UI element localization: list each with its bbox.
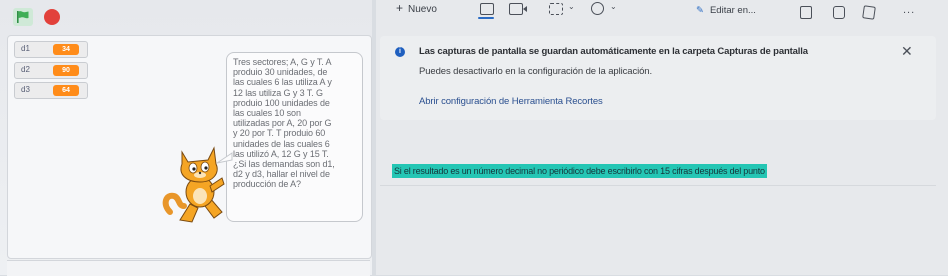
new-snip-label: Nuevo bbox=[408, 4, 437, 15]
monitor-value: 34 bbox=[53, 44, 79, 55]
green-flag-icon[interactable] bbox=[13, 8, 33, 26]
share-icon[interactable] bbox=[862, 5, 876, 20]
highlighted-capture-text: Si el resultado es un número decimal no … bbox=[392, 164, 767, 178]
camera-icon[interactable] bbox=[480, 3, 494, 15]
info-icon: i bbox=[395, 47, 405, 57]
stage-bottom-bar bbox=[7, 260, 370, 276]
variable-monitor-d2[interactable]: d2 90 bbox=[14, 62, 88, 79]
copy-icon[interactable] bbox=[833, 6, 845, 19]
snipping-toolbar: + Nuevo ⌄ ⌄ ✎ Editar en... ... bbox=[376, 0, 948, 30]
notification-title: Las capturas de pantalla se guardan auto… bbox=[419, 46, 808, 57]
pen-icon: ✎ bbox=[696, 5, 704, 16]
scratch-stage: d1 34 d2 90 d3 64 Tres sectores; A, G y … bbox=[0, 0, 372, 276]
monitor-value: 90 bbox=[53, 65, 79, 76]
open-settings-link[interactable]: Abrir configuración de Herramienta Recor… bbox=[419, 96, 603, 107]
snipping-tool-window: + Nuevo ⌄ ⌄ ✎ Editar en... ... i Las captu… bbox=[376, 0, 948, 275]
plus-icon: + bbox=[396, 1, 404, 15]
speech-bubble: Tres sectores; A, G y T. A produio 30 un… bbox=[226, 52, 363, 222]
active-mode-indicator bbox=[478, 17, 494, 19]
edit-in-button[interactable]: ✎ Editar en... bbox=[696, 5, 756, 16]
monitor-value: 64 bbox=[53, 85, 79, 96]
new-snip-button[interactable]: + Nuevo bbox=[396, 1, 437, 17]
monitor-label: d3 bbox=[21, 85, 30, 94]
edit-in-label: Editar en... bbox=[709, 5, 756, 16]
cat-sprite-icon[interactable] bbox=[162, 142, 228, 224]
monitor-label: d2 bbox=[21, 65, 30, 74]
stop-icon[interactable] bbox=[44, 9, 60, 25]
timer-icon[interactable] bbox=[591, 2, 604, 15]
variable-monitor-d3[interactable]: d3 64 bbox=[14, 82, 88, 99]
stage-controls bbox=[0, 0, 372, 34]
chevron-down-icon[interactable]: ⌄ bbox=[568, 2, 575, 11]
autosave-notification: i Las capturas de pantalla se guardan au… bbox=[380, 36, 936, 120]
chevron-down-icon[interactable]: ⌄ bbox=[610, 2, 617, 11]
save-icon[interactable] bbox=[800, 6, 812, 19]
monitor-label: d1 bbox=[21, 44, 30, 53]
notification-body: Puedes desactivarlo en la configuración … bbox=[419, 66, 653, 77]
variable-monitor-d1[interactable]: d1 34 bbox=[14, 41, 88, 58]
divider bbox=[380, 185, 936, 186]
video-camera-icon[interactable] bbox=[509, 3, 523, 15]
speech-text: Tres sectores; A, G y T. A produio 30 un… bbox=[233, 57, 335, 190]
more-options-button[interactable]: ... bbox=[903, 4, 915, 16]
close-icon[interactable]: ✕ bbox=[901, 43, 913, 60]
snip-shape-icon[interactable] bbox=[549, 3, 563, 15]
